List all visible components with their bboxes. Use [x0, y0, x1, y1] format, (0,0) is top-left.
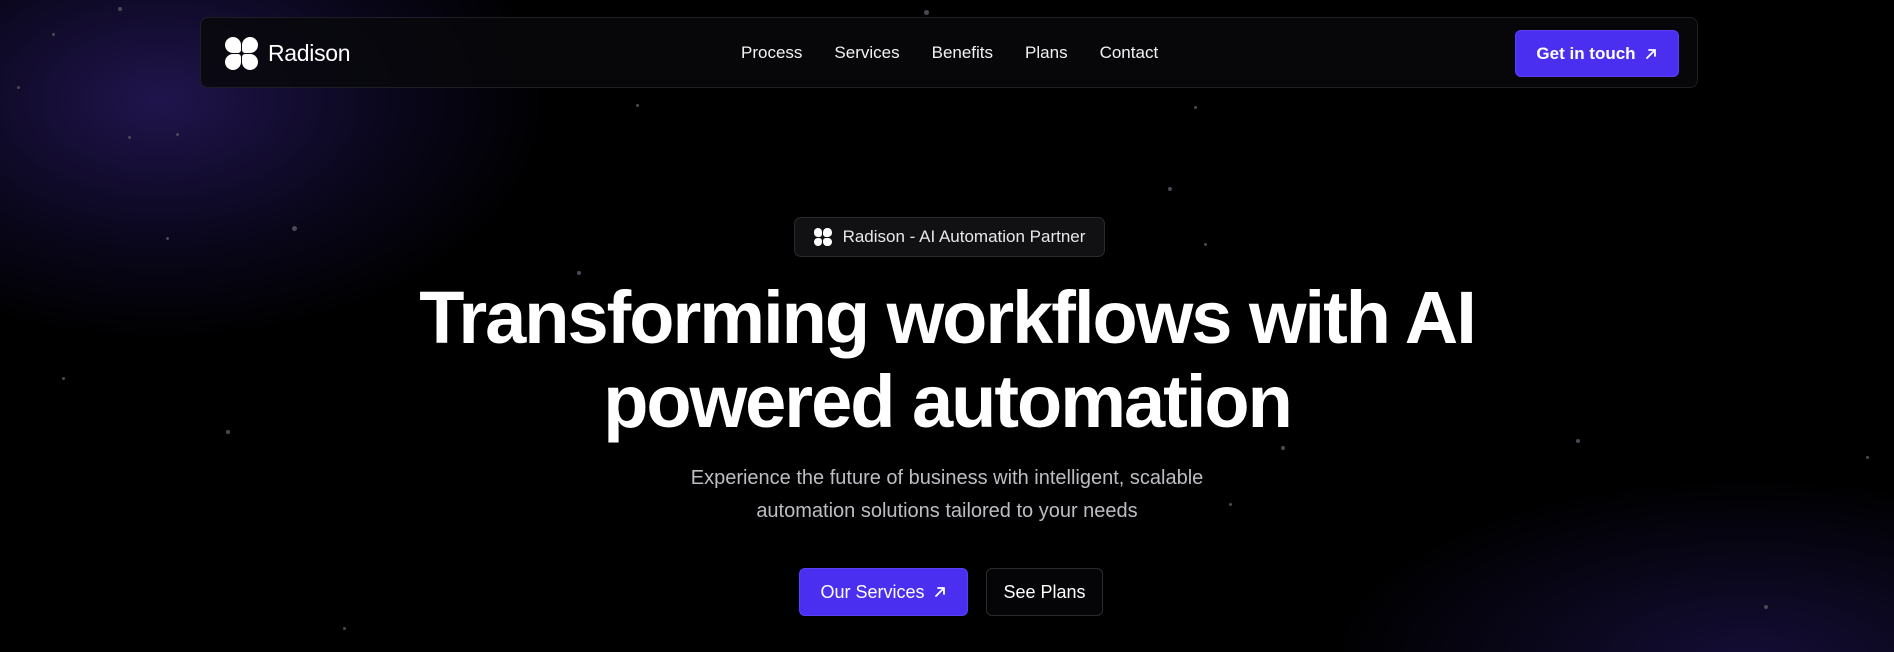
our-services-label: Our Services: [820, 581, 925, 602]
nav-link-services[interactable]: Services: [834, 43, 899, 63]
clover-logo-icon: [225, 37, 258, 70]
get-in-touch-button[interactable]: Get in touch: [1515, 30, 1679, 77]
clover-badge-icon: [813, 228, 832, 246]
nav-link-contact[interactable]: Contact: [1100, 43, 1159, 63]
partner-badge: Radison - AI Automation Partner: [794, 217, 1105, 257]
hero-headline: Transforming workflows with AI powered a…: [0, 276, 1894, 444]
arrow-up-right-icon: [934, 587, 945, 597]
subtitle-line-1: Experience the future of business with i…: [690, 467, 1204, 489]
headline-line-1: Transforming workflows with AI: [419, 276, 1477, 359]
get-in-touch-label: Get in touch: [1536, 43, 1636, 63]
badge-text: Radison - AI Automation Partner: [842, 227, 1086, 246]
our-services-button[interactable]: Our Services: [799, 568, 968, 616]
see-plans-button[interactable]: See Plans: [986, 568, 1103, 616]
brand-logo[interactable]: Radison: [225, 37, 351, 70]
arrow-up-right-icon: [1645, 48, 1656, 59]
nav-link-benefits[interactable]: Benefits: [932, 43, 993, 63]
headline-line-2: powered automation: [603, 360, 1293, 443]
top-navbar: Radison Process Services Benefits Plans …: [200, 17, 1698, 88]
nav-link-process[interactable]: Process: [741, 43, 802, 63]
brand-name: Radison: [268, 40, 351, 66]
hero-subtitle: Experience the future of business with i…: [0, 462, 1894, 528]
nav-link-plans[interactable]: Plans: [1025, 43, 1068, 63]
nav-links: Process Services Benefits Plans Contact: [741, 18, 1158, 87]
subtitle-line-2: automation solutions tailored to your ne…: [756, 500, 1138, 522]
see-plans-label: See Plans: [1003, 581, 1086, 602]
